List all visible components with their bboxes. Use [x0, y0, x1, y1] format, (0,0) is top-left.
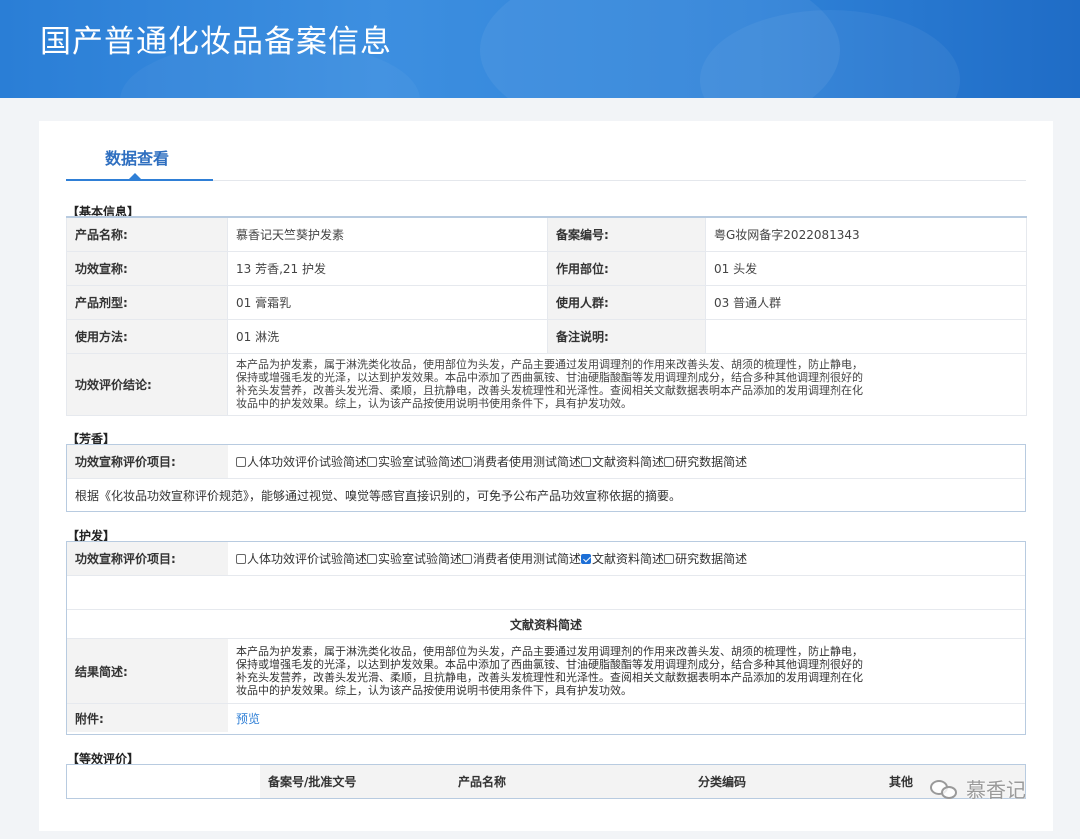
option-label: 人体功效评价试验简述 [247, 552, 368, 566]
checkbox-icon [462, 554, 473, 564]
conclusion-label: 功效评价结论: [66, 352, 228, 416]
usage-label: 使用方法: [66, 318, 228, 354]
checkbox-icon [664, 554, 675, 564]
fragrance-eval-label: 功效宣称评价项目: [67, 445, 228, 478]
table-row: 产品名称: 慕香记天竺葵护发素 备案编号: 粤G妆网备字2022081343 [66, 216, 1027, 252]
table-row: 使用方法: 01 淋洗 备注说明: [66, 318, 1027, 354]
checkbox-research-data[interactable]: 研究数据简述 [664, 453, 747, 470]
checkbox-icon [367, 457, 378, 467]
watermark-text: 慕香记 [966, 778, 1026, 802]
checkbox-icon [236, 457, 246, 467]
watermark: 慕香记 [930, 774, 1026, 803]
header-cell-product-name: 产品名称 [450, 765, 690, 798]
haircare-box: 功效宣称评价项目: 人体功效评价试验简述 实验室试验简述 消费者使用测试简述 文献资料… [66, 541, 1026, 735]
tab-bar: 数据查看 [66, 121, 1026, 181]
record-no-value: 粤G妆网备字2022081343 [705, 216, 1027, 252]
claim-label: 功效宣称: [66, 250, 228, 286]
empty-row [67, 576, 1025, 610]
checkbox-checked-icon [581, 554, 592, 564]
remark-label: 备注说明: [547, 318, 706, 354]
option-label: 研究数据简述 [675, 455, 748, 469]
checkbox-lab-test[interactable]: 实验室试验简述 [367, 453, 462, 470]
table-row: 功效宣称: 13 芳香,21 护发 作用部位: 01 头发 [66, 250, 1027, 286]
option-label: 文献资料简述 [592, 552, 665, 566]
equivalent-table-header: 备案号/批准文号 产品名称 分类编码 其他 [66, 764, 1026, 799]
basic-info-table: 产品名称: 慕香记天竺葵护发素 备案编号: 粤G妆网备字2022081343 功… [66, 216, 1027, 416]
checkbox-human-test[interactable]: 人体功效评价试验简述 [236, 453, 367, 470]
header-cell-blank [67, 765, 260, 798]
checkbox-consumer-test[interactable]: 消费者使用测试简述 [462, 550, 581, 567]
header-cell-record-no: 备案号/批准文号 [260, 765, 450, 798]
product-name-value: 慕香记天竺葵护发素 [227, 216, 548, 252]
header-cell-category-code: 分类编码 [690, 765, 881, 798]
result-row: 结果简述: 本产品为护发素，属于淋洗类化妆品，使用部位为头发，产品主要通过发用调… [67, 639, 1025, 704]
checkbox-lab-test[interactable]: 实验室试验简述 [367, 550, 462, 567]
attach-value: 预览 [228, 704, 1025, 732]
record-no-label: 备案编号: [547, 216, 706, 252]
result-value: 本产品为护发素，属于淋洗类化妆品，使用部位为头发，产品主要通过发用调理剂的作用来… [228, 639, 1025, 703]
tab-label: 数据查看 [105, 149, 170, 168]
page-title: 国产普通化妆品备案信息 [40, 24, 392, 60]
wechat-icon [930, 778, 960, 800]
option-label: 消费者使用测试简述 [473, 455, 582, 469]
checkbox-icon [236, 554, 246, 564]
part-value: 01 头发 [705, 250, 1027, 286]
fragrance-note: 根据《化妆品功效宣称评价规范》，能够通过视觉、嗅觉等感官直接识别的，可免予公布产… [75, 488, 682, 503]
checkbox-literature[interactable]: 文献资料简述 [581, 453, 664, 470]
fragrance-box: 功效宣称评价项目: 人体功效评价试验简述 实验室试验简述 消费者使用测试简述 文献资料… [66, 444, 1026, 512]
claim-value: 13 芳香,21 护发 [227, 250, 548, 286]
caret-up-icon [129, 173, 141, 179]
option-label: 人体功效评价试验简述 [247, 455, 368, 469]
table-row: 功效评价结论: 本产品为护发素，属于淋洗类化妆品，使用部位为头发，产品主要通过发… [66, 352, 1027, 416]
checkbox-consumer-test[interactable]: 消费者使用测试简述 [462, 453, 581, 470]
haircare-eval-label: 功效宣称评价项目: [67, 542, 228, 575]
option-label: 消费者使用测试简述 [473, 552, 582, 566]
haircare-options: 人体功效评价试验简述 实验室试验简述 消费者使用测试简述 文献资料简述 研究数据简述 [228, 542, 1025, 575]
remark-value [705, 318, 1027, 354]
part-label: 作用部位: [547, 250, 706, 286]
fragrance-options: 人体功效评价试验简述 实验室试验简述 消费者使用测试简述 文献资料简述 研究数据简述 [228, 445, 1025, 478]
checkbox-icon [581, 457, 592, 467]
people-label: 使用人群: [547, 284, 706, 320]
conclusion-text: 本产品为护发素，属于淋洗类化妆品，使用部位为头发，产品主要通过发用调理剂的作用来… [236, 358, 863, 410]
option-label: 实验室试验简述 [378, 455, 463, 469]
checkbox-icon [664, 457, 675, 467]
tab-data-view[interactable]: 数据查看 [66, 121, 213, 181]
checkbox-icon [462, 457, 473, 467]
option-label: 文献资料简述 [592, 455, 665, 469]
haircare-eval-row: 功效宣称评价项目: 人体功效评价试验简述 实验室试验简述 消费者使用测试简述 文献资料… [67, 542, 1025, 576]
form-value: 01 膏霜乳 [227, 284, 548, 320]
fragrance-eval-row: 功效宣称评价项目: 人体功效评价试验简述 实验室试验简述 消费者使用测试简述 文献资料… [67, 445, 1025, 479]
attach-row: 附件: 预览 [67, 704, 1025, 732]
table-row: 产品剂型: 01 膏霜乳 使用人群: 03 普通人群 [66, 284, 1027, 320]
form-label: 产品剂型: [66, 284, 228, 320]
result-text: 本产品为护发素，属于淋洗类化妆品，使用部位为头发，产品主要通过发用调理剂的作用来… [236, 645, 863, 697]
checkbox-human-test[interactable]: 人体功效评价试验简述 [236, 550, 367, 567]
preview-link[interactable]: 预览 [236, 710, 260, 727]
usage-value: 01 淋洗 [227, 318, 548, 354]
attach-label: 附件: [67, 704, 228, 732]
header-banner: 国产普通化妆品备案信息 [0, 0, 1080, 98]
checkbox-literature[interactable]: 文献资料简述 [581, 550, 664, 567]
checkbox-icon [367, 554, 378, 564]
literature-subheading: 文献资料简述 [67, 610, 1025, 639]
conclusion-value: 本产品为护发素，属于淋洗类化妆品，使用部位为头发，产品主要通过发用调理剂的作用来… [227, 352, 1027, 416]
option-label: 实验室试验简述 [378, 552, 463, 566]
people-value: 03 普通人群 [705, 284, 1027, 320]
option-label: 研究数据简述 [675, 552, 748, 566]
result-label: 结果简述: [67, 639, 228, 703]
product-name-label: 产品名称: [66, 216, 228, 252]
checkbox-research-data[interactable]: 研究数据简述 [664, 550, 747, 567]
